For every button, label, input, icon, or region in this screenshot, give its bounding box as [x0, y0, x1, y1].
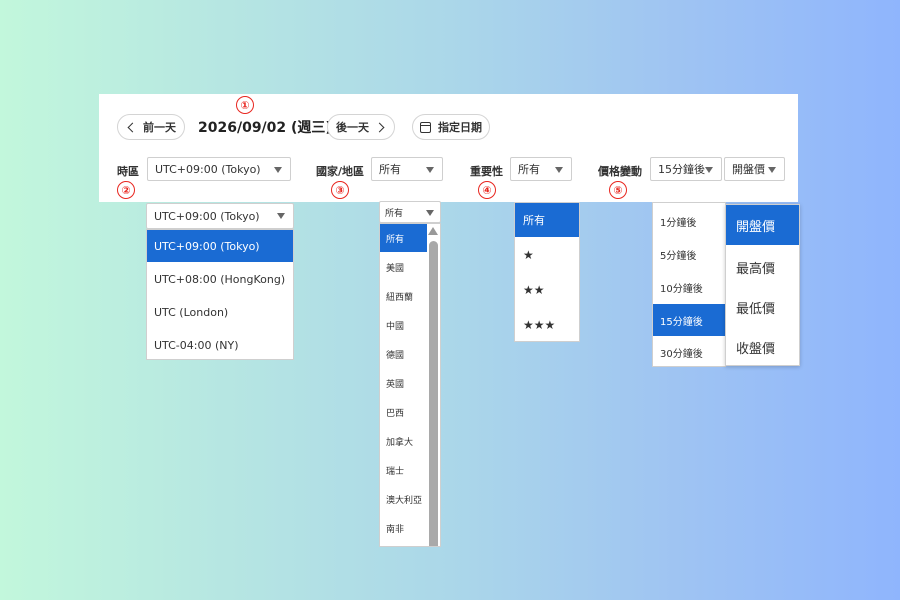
country-dropdown-list: 所有 美國 紐西蘭 中國 德國 英國 巴西 加拿大 瑞士 澳大利亞 南非: [379, 223, 441, 547]
country-option[interactable]: 南非: [380, 514, 428, 542]
timezone-option[interactable]: UTC-04:00 (NY): [147, 329, 293, 361]
timezone-dropdown-select[interactable]: UTC+09:00 (Tokyo): [146, 203, 294, 229]
price-option[interactable]: 開盤價: [726, 205, 799, 245]
interval-option[interactable]: 30分鐘後: [653, 337, 725, 367]
timezone-option[interactable]: UTC+08:00 (HongKong): [147, 263, 293, 295]
marker-4: ④: [478, 181, 496, 199]
country-option[interactable]: 瑞士: [380, 456, 428, 484]
interval-option[interactable]: 5分鐘後: [653, 238, 725, 270]
marker-1: ①: [236, 96, 254, 114]
marker-2: ②: [117, 181, 135, 199]
current-date: 2026/09/02 (週三): [198, 120, 332, 136]
next-day-label: 後一天: [336, 121, 369, 134]
dropdown-arrow-icon: [277, 213, 285, 219]
importance-select-value: 所有: [518, 163, 540, 176]
timezone-option[interactable]: UTC+09:00 (Tokyo): [147, 230, 293, 262]
dropdown-arrow-icon: [705, 167, 713, 173]
interval-option[interactable]: 1分鐘後: [653, 205, 725, 237]
interval-option[interactable]: 15分鐘後: [653, 304, 725, 336]
timezone-select[interactable]: UTC+09:00 (Tokyo): [147, 157, 291, 181]
price-option[interactable]: 最高價: [726, 247, 799, 287]
price-type-select-value: 開盤價: [732, 163, 765, 176]
price-option[interactable]: 最低價: [726, 287, 799, 327]
country-option[interactable]: 英國: [380, 369, 428, 397]
pick-date-button[interactable]: 指定日期: [412, 114, 490, 140]
dropdown-arrow-icon: [768, 167, 776, 173]
chevron-right-icon: [374, 122, 385, 132]
importance-option[interactable]: 所有: [515, 203, 579, 237]
country-select-value: 所有: [379, 163, 401, 176]
dropdown-arrow-icon: [274, 167, 282, 173]
country-option[interactable]: 巴西: [380, 398, 428, 426]
scroll-thumb[interactable]: [429, 241, 438, 546]
country-option[interactable]: 澳大利亞: [380, 485, 428, 513]
importance-select[interactable]: 所有: [510, 157, 572, 181]
pick-date-label: 指定日期: [438, 121, 482, 134]
country-dropdown-select[interactable]: 所有: [379, 201, 441, 223]
calendar-icon: [420, 121, 431, 133]
importance-label: 重要性: [470, 165, 503, 178]
scroll-up-arrow-icon[interactable]: [428, 227, 438, 235]
timezone-dropdown-list: UTC+09:00 (Tokyo) UTC+08:00 (HongKong) U…: [146, 229, 294, 360]
timezone-dropdown-value: UTC+09:00 (Tokyo): [154, 209, 260, 223]
country-option[interactable]: 所有: [380, 224, 428, 252]
country-label: 國家/地區: [316, 165, 365, 178]
dropdown-arrow-icon: [426, 167, 434, 173]
marker-3: ③: [331, 181, 349, 199]
price-change-label: 價格變動: [598, 165, 642, 178]
importance-option[interactable]: ★★: [515, 273, 579, 307]
price-type-select[interactable]: 開盤價: [724, 157, 785, 181]
next-day-button[interactable]: 後一天: [327, 114, 395, 140]
country-scrollbar[interactable]: [427, 224, 440, 546]
price-dropdown-list: 開盤價 最高價 最低價 收盤價: [725, 204, 800, 366]
country-select[interactable]: 所有: [371, 157, 443, 181]
dropdown-arrow-icon: [555, 167, 563, 173]
interval-option[interactable]: 10分鐘後: [653, 271, 725, 303]
timezone-select-value: UTC+09:00 (Tokyo): [155, 162, 261, 176]
prev-day-button[interactable]: 前一天: [117, 114, 185, 140]
country-option[interactable]: 中國: [380, 311, 428, 339]
importance-dropdown-list: 所有 ★ ★★ ★★★: [514, 202, 580, 342]
timezone-label: 時區: [117, 165, 139, 178]
prev-day-label: 前一天: [143, 121, 176, 134]
country-option[interactable]: 紐西蘭: [380, 282, 428, 310]
importance-option[interactable]: ★★★: [515, 308, 579, 342]
country-option[interactable]: 美國: [380, 253, 428, 281]
timezone-option[interactable]: UTC (London): [147, 296, 293, 328]
filter-panel: [99, 94, 798, 202]
country-dropdown-value: 所有: [385, 208, 404, 219]
country-option[interactable]: 德國: [380, 340, 428, 368]
marker-5: ⑤: [609, 181, 627, 199]
price-option[interactable]: 收盤價: [726, 327, 799, 367]
interval-select[interactable]: 15分鐘後: [650, 157, 722, 181]
importance-option[interactable]: ★: [515, 238, 579, 272]
interval-dropdown-list: 1分鐘後 5分鐘後 10分鐘後 15分鐘後 30分鐘後: [652, 202, 726, 367]
chevron-left-icon: [127, 122, 138, 132]
dropdown-arrow-icon: [426, 210, 434, 216]
interval-select-value: 15分鐘後: [658, 163, 705, 176]
country-option[interactable]: 加拿大: [380, 427, 428, 455]
